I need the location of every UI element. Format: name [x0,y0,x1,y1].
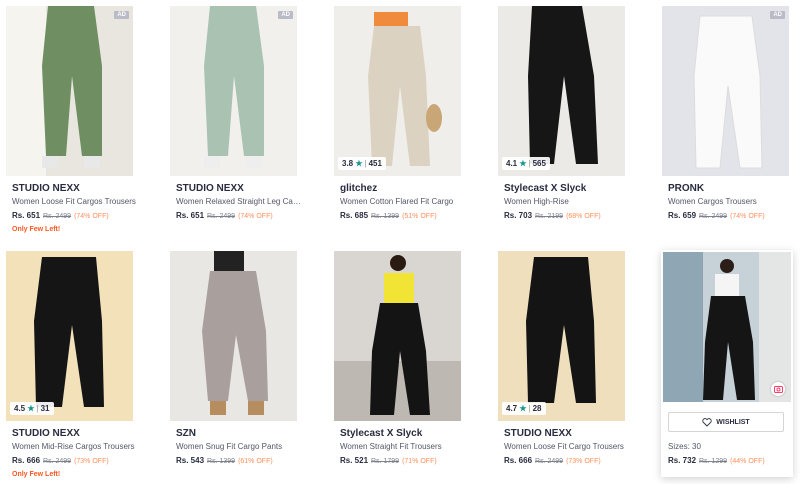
sizes-text: Sizes: 30 [668,442,701,451]
product-price: Rs. 732 Rs. 1299 (44% OFF) [668,456,765,465]
product-image[interactable]: 3.8 ★ | 451 [334,6,461,176]
star-icon: ★ [519,404,527,413]
heart-icon [702,417,712,427]
product-price: Rs. 666 Rs. 2499 (73% OFF) [504,456,601,465]
camera-icon[interactable] [771,382,785,396]
star-icon: ★ [355,159,363,168]
product-price: Rs. 651 Rs. 2499 (74% OFF) [12,211,109,220]
ad-badge: AD [114,11,129,19]
product-price: Rs. 703 Rs. 2199 (68% OFF) [504,211,601,220]
product-name: Women Cargos Trousers [668,197,757,206]
product-name: Women Cotton Flared Fit Cargo [340,197,454,206]
product-brand: STUDIO NEXX [176,183,244,194]
product-name: Women Loose Fit Cargo Trousers [504,442,624,451]
product-brand: glitchez [340,183,378,194]
rating-badge: 4.7 ★ | 28 [502,402,546,415]
product-image[interactable] [663,252,791,402]
product-image[interactable]: AD [170,6,297,176]
product-image[interactable] [170,251,297,421]
product-image[interactable] [334,251,461,421]
product-image[interactable]: 4.5 ★ | 31 [6,251,133,421]
product-name: Women Straight Fit Trousers [340,442,442,451]
product-brand: PRONK [668,183,705,194]
stock-note: Only Few Left! [12,226,61,233]
rating-badge: 3.8 ★ | 451 [338,157,386,170]
product-brand: STUDIO NEXX [504,428,572,439]
product-image[interactable]: AD [6,6,133,176]
product-brand: Stylecast X Slyck [504,183,587,194]
product-brand: STUDIO NEXX [12,428,80,439]
rating-badge: 4.1 ★ | 565 [502,157,550,170]
product-image[interactable]: AD [662,6,789,176]
product-name: Women High-Rise [504,197,569,206]
product-price: Rs. 543 Rs. 1399 (61% OFF) [176,456,273,465]
star-icon: ★ [27,404,35,413]
ad-badge: AD [770,11,785,19]
product-price: Rs. 666 Rs. 2499 (73% OFF) [12,456,109,465]
product-brand: Stylecast X Slyck [340,428,423,439]
product-image[interactable]: 4.7 ★ | 28 [498,251,625,421]
product-price: Rs. 651 Rs. 2499 (74% OFF) [176,211,273,220]
product-name: Women Snug Fit Cargo Pants [176,442,283,451]
product-image[interactable]: 4.1 ★ | 565 [498,6,625,176]
product-name: Women Relaxed Straight Leg Cargos [176,197,301,206]
product-brand: SZN [176,428,196,439]
product-name: Women Loose Fit Cargos Trousers [12,197,136,206]
product-price: Rs. 659 Rs. 2499 (74% OFF) [668,211,765,220]
product-price: Rs. 685 Rs. 1399 (51% OFF) [340,211,437,220]
star-icon: ★ [519,159,527,168]
product-price: Rs. 521 Rs. 1799 (71% OFF) [340,456,437,465]
product-brand: STUDIO NEXX [12,183,80,194]
product-name: Women Mid-Rise Cargos Trousers [12,442,135,451]
product-card-hovered[interactable]: WISHLIST Sizes: 30 Rs. 732 Rs. 1299 (44% O… [661,250,793,477]
wishlist-button[interactable]: WISHLIST [668,412,784,432]
rating-badge: 4.5 ★ | 31 [10,402,54,415]
ad-badge: AD [278,11,293,19]
stock-note: Only Few Left! [12,471,61,478]
